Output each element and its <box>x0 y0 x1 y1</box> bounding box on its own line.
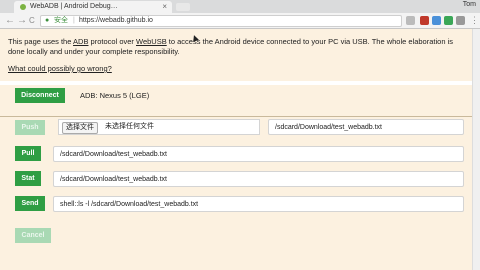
page-content: This page uses the ADB protocol over Web… <box>0 29 480 270</box>
extension-icon[interactable] <box>432 16 441 25</box>
back-icon[interactable]: ← <box>5 14 15 27</box>
disconnect-button[interactable]: Disconnect <box>15 88 65 103</box>
webusb-link[interactable]: WebUSB <box>136 37 167 46</box>
info-banner: This page uses the ADB protocol over Web… <box>0 29 472 81</box>
adb-link[interactable]: ADB <box>73 37 88 46</box>
forward-icon[interactable]: → <box>17 14 27 27</box>
push-button[interactable]: Push <box>15 120 45 135</box>
page-scrollbar[interactable] <box>472 29 480 270</box>
push-path-input[interactable]: /sdcard/Download/test_webadb.txt <box>268 119 464 135</box>
android-favicon-icon <box>20 4 26 10</box>
divider <box>0 116 472 117</box>
new-tab-button[interactable] <box>176 3 190 11</box>
extension-icon[interactable] <box>456 16 465 25</box>
url-text: https://webadb.github.io <box>79 17 153 24</box>
tab-title: WebADB | Android Debug… <box>30 3 118 10</box>
address-separator: | <box>73 17 75 24</box>
browser-tab-bar: WebADB | Android Debug… × Tom <box>0 0 480 13</box>
bookmark-star-icon[interactable] <box>406 16 415 25</box>
profile-name[interactable]: Tom <box>463 1 476 8</box>
browser-tab[interactable]: WebADB | Android Debug… × <box>14 1 172 13</box>
menu-kebab-icon[interactable]: ⋮ <box>470 14 479 27</box>
device-panel: Disconnect ADB: Nexus 5 (LGE) Push 选择文件 … <box>0 85 472 270</box>
send-button[interactable]: Send <box>15 196 45 211</box>
secure-label: 安全 <box>54 17 68 24</box>
extension-icon[interactable] <box>420 16 429 25</box>
extension-icon[interactable] <box>444 16 453 25</box>
pull-path-input[interactable]: /sdcard/Download/test_webadb.txt <box>53 146 464 162</box>
what-could-go-wrong-link[interactable]: What could possibly go wrong? <box>8 64 112 74</box>
device-status: ADB: Nexus 5 (LGE) <box>80 91 150 100</box>
info-text: This page uses the ADB protocol over Web… <box>8 37 453 56</box>
stat-path-input[interactable]: /sdcard/Download/test_webadb.txt <box>53 171 464 187</box>
no-file-label: 未选择任何文件 <box>105 123 154 130</box>
cancel-button[interactable]: Cancel <box>15 228 51 243</box>
tab-close-icon[interactable]: × <box>162 1 167 13</box>
choose-file-button[interactable]: 选择文件 <box>62 122 98 134</box>
lock-icon: ● <box>45 17 50 24</box>
send-command-input[interactable]: shell::ls -l /sdcard/Download/test_webad… <box>53 196 464 212</box>
file-picker[interactable]: 选择文件 未选择任何文件 <box>58 119 260 135</box>
stat-button[interactable]: Stat <box>15 171 41 186</box>
reload-icon[interactable]: C <box>29 14 35 27</box>
pull-button[interactable]: Pull <box>15 146 41 161</box>
address-bar[interactable]: ● 安全 | https://webadb.github.io <box>40 15 402 27</box>
browser-toolbar: ← → C ● 安全 | https://webadb.github.io ⋮ <box>0 13 480 29</box>
